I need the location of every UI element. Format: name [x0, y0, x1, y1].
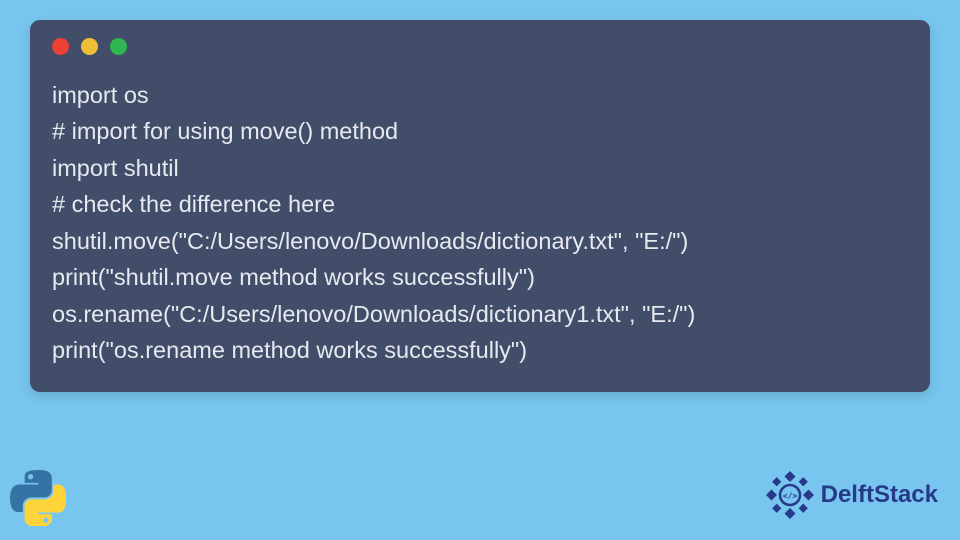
code-line: os.rename("C:/Users/lenovo/Downloads/dic…: [52, 296, 908, 332]
traffic-lights: [52, 38, 908, 55]
minimize-icon: [81, 38, 98, 55]
code-line: shutil.move("C:/Users/lenovo/Downloads/d…: [52, 223, 908, 259]
delftstack-logo-icon: </>: [765, 470, 815, 520]
code-line: print("os.rename method works successful…: [52, 332, 908, 368]
code-line: import shutil: [52, 150, 908, 186]
code-window: import os # import for using move() meth…: [30, 20, 930, 392]
delftstack-branding: </> DelftStack: [765, 470, 938, 520]
brand-name: DelftStack: [821, 481, 938, 509]
python-logo-icon: [10, 470, 66, 526]
code-block: import os # import for using move() meth…: [52, 77, 908, 368]
code-line: print("shutil.move method works successf…: [52, 259, 908, 295]
code-line: # check the difference here: [52, 186, 908, 222]
code-line: # import for using move() method: [52, 113, 908, 149]
code-line: import os: [52, 77, 908, 113]
svg-text:</>: </>: [782, 492, 797, 501]
maximize-icon: [110, 38, 127, 55]
close-icon: [52, 38, 69, 55]
